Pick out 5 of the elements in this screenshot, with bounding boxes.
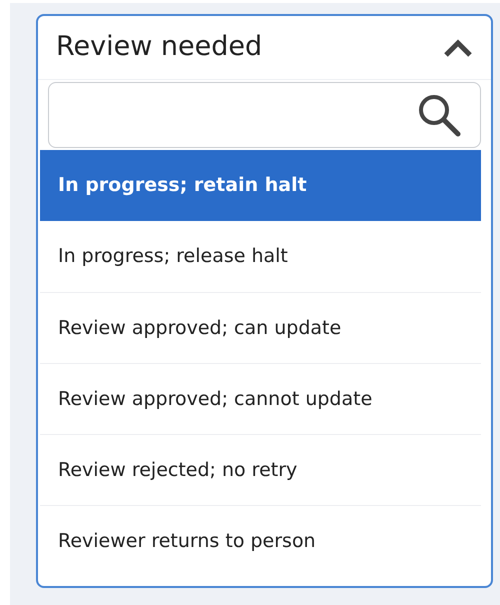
search-icon — [416, 92, 462, 138]
search-field[interactable] — [48, 82, 481, 148]
dropdown-header[interactable]: Review needed — [38, 16, 491, 80]
dropdown-value: Review needed — [56, 30, 262, 64]
dropdown-option[interactable]: In progress; retain halt — [40, 150, 481, 221]
